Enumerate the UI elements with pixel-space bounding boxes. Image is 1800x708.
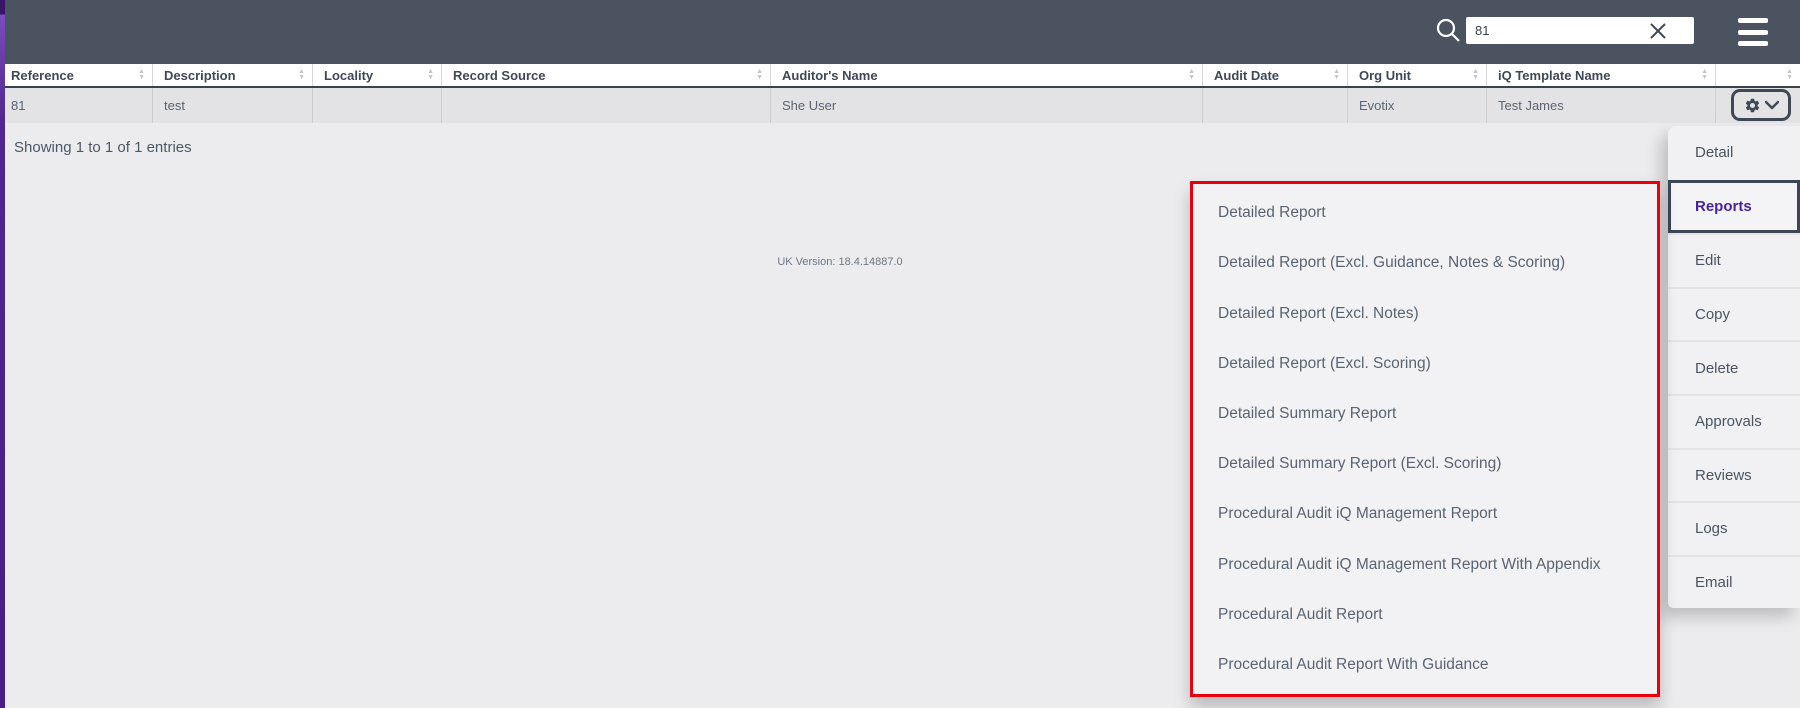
- menu-item-email[interactable]: Email: [1668, 554, 1800, 609]
- menu-item-approvals[interactable]: Approvals: [1668, 393, 1800, 448]
- report-item-detailed-report[interactable]: Detailed Report: [1193, 188, 1657, 238]
- report-item-detailed-summary-report-excl-scoring[interactable]: Detailed Summary Report (Excl. Scoring): [1193, 439, 1657, 489]
- search-icon: [1434, 16, 1462, 44]
- audits-table: Reference ▲ ▼ Description ▲ ▼ Locality ▲ ▼ …: [0, 64, 1800, 123]
- menu-item-copy[interactable]: Copy: [1668, 286, 1800, 341]
- cell-actions: [1716, 88, 1800, 123]
- row-actions-button[interactable]: [1731, 89, 1791, 121]
- cell-audit-date: [1203, 88, 1348, 123]
- sort-icon[interactable]: ▲ ▼: [427, 68, 437, 81]
- cell-auditors-name: She User: [771, 88, 1203, 123]
- cell-iq-template-name: Test James: [1487, 88, 1716, 123]
- cell-description: test: [153, 88, 313, 123]
- report-item-detailed-report-excl-guidance-notes-scoring[interactable]: Detailed Report (Excl. Guidance, Notes &…: [1193, 238, 1657, 288]
- menu-item-detail[interactable]: Detail: [1668, 126, 1800, 180]
- table-header-row: Reference ▲ ▼ Description ▲ ▼ Locality ▲ ▼ …: [0, 64, 1800, 88]
- sort-icon[interactable]: ▲ ▼: [1786, 68, 1796, 81]
- column-header-description[interactable]: Description ▲ ▼: [153, 64, 313, 86]
- cell-org-unit: Evotix: [1348, 88, 1487, 123]
- column-header-locality[interactable]: Locality ▲ ▼: [313, 64, 442, 86]
- column-header-audit-date[interactable]: Audit Date ▲ ▼: [1203, 64, 1348, 86]
- report-item-procedural-audit-iq-management-report-with-appendix[interactable]: Procedural Audit iQ Management Report Wi…: [1193, 539, 1657, 589]
- column-header-actions: ▲ ▼: [1716, 64, 1800, 86]
- chevron-down-icon: [1764, 100, 1779, 110]
- hamburger-menu-icon[interactable]: [1738, 18, 1768, 46]
- sort-icon[interactable]: ▲ ▼: [1472, 68, 1482, 81]
- row-context-menu: Detail Reports Edit Copy Delete Approval…: [1668, 126, 1800, 609]
- report-item-detailed-summary-report[interactable]: Detailed Summary Report: [1193, 389, 1657, 439]
- column-header-auditors-name[interactable]: Auditor's Name ▲ ▼: [771, 64, 1203, 86]
- column-header-record-source[interactable]: Record Source ▲ ▼: [442, 64, 771, 86]
- sort-icon[interactable]: ▲ ▼: [138, 68, 148, 81]
- entries-summary: Showing 1 to 1 of 1 entries: [14, 139, 192, 156]
- report-item-procedural-audit-report[interactable]: Procedural Audit Report: [1193, 590, 1657, 640]
- cell-locality: [313, 88, 442, 123]
- table-row[interactable]: 81 test She User Evotix Test James: [0, 88, 1800, 123]
- menu-item-reports[interactable]: Reports: [1668, 179, 1800, 234]
- sort-icon[interactable]: ▲ ▼: [1333, 68, 1343, 81]
- column-header-iq-template-name[interactable]: iQ Template Name ▲ ▼: [1487, 64, 1716, 86]
- report-item-procedural-audit-iq-management-report[interactable]: Procedural Audit iQ Management Report: [1193, 489, 1657, 539]
- column-header-reference[interactable]: Reference ▲ ▼: [0, 64, 153, 86]
- app-header: [0, 0, 1800, 64]
- sort-icon[interactable]: ▲ ▼: [756, 68, 766, 81]
- reports-submenu-highlighted: Detailed Report Detailed Report (Excl. G…: [1190, 181, 1660, 697]
- version-text: UK Version: 18.4.14887.0: [777, 256, 903, 268]
- report-item-detailed-report-excl-scoring[interactable]: Detailed Report (Excl. Scoring): [1193, 339, 1657, 389]
- menu-item-logs[interactable]: Logs: [1668, 501, 1800, 555]
- sort-icon[interactable]: ▲ ▼: [298, 68, 308, 81]
- clear-search-icon[interactable]: [1648, 19, 1672, 43]
- column-header-org-unit[interactable]: Org Unit ▲ ▼: [1348, 64, 1487, 86]
- cell-reference: 81: [0, 88, 153, 123]
- menu-item-reviews[interactable]: Reviews: [1668, 447, 1800, 502]
- cell-record-source: [442, 88, 771, 123]
- left-accent-bar: [0, 0, 5, 708]
- gear-icon: [1744, 97, 1761, 114]
- report-item-detailed-report-excl-notes[interactable]: Detailed Report (Excl. Notes): [1193, 288, 1657, 338]
- sort-icon[interactable]: ▲ ▼: [1701, 68, 1711, 81]
- menu-item-edit[interactable]: Edit: [1668, 233, 1800, 287]
- menu-item-delete[interactable]: Delete: [1668, 340, 1800, 394]
- report-item-procedural-audit-report-with-guidance[interactable]: Procedural Audit Report With Guidance: [1193, 640, 1657, 690]
- sort-icon[interactable]: ▲ ▼: [1188, 68, 1198, 81]
